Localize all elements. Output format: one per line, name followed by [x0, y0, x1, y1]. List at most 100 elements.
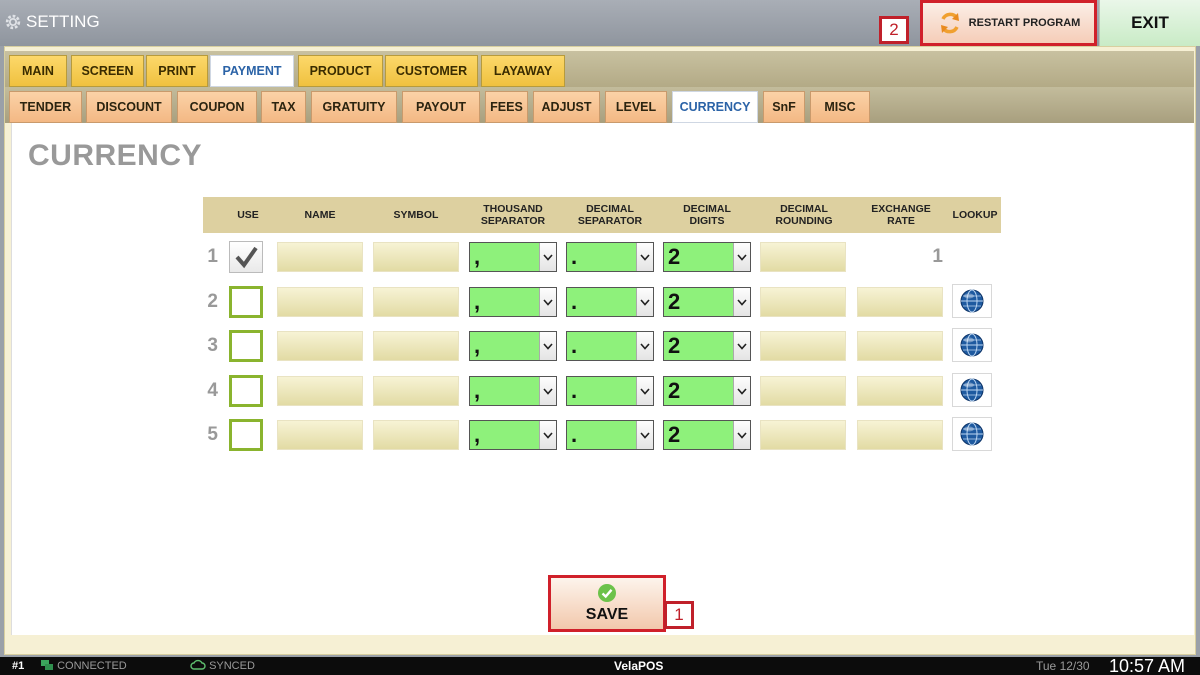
restart-program-button[interactable]: RESTART PROGRAM [920, 0, 1097, 46]
lookup-globe-button[interactable] [952, 373, 992, 407]
chevron-down-icon [636, 377, 653, 405]
sync-label: SYNCED [209, 660, 255, 672]
thousand-separator-select[interactable]: , [469, 242, 557, 272]
decimal-separator-select[interactable]: . [566, 242, 654, 272]
currency-name-field[interactable] [277, 287, 363, 317]
chevron-down-icon [733, 288, 750, 316]
subtab-level[interactable]: LEVEL [605, 91, 667, 123]
header-decimal-digits-line1: DECIMAL [683, 203, 731, 215]
chevron-down-icon [539, 332, 556, 360]
chevron-down-icon [733, 332, 750, 360]
lookup-globe-button[interactable] [952, 417, 992, 451]
tab-product[interactable]: PRODUCT [298, 55, 383, 87]
subtab-fees[interactable]: FEES [485, 91, 528, 123]
decimal-rounding-field[interactable] [760, 287, 846, 317]
save-button[interactable]: SAVE [548, 575, 666, 632]
decimal-separator-select[interactable]: . [566, 287, 654, 317]
decimal-digits-select[interactable]: 2 [663, 376, 751, 406]
chevron-down-icon [636, 332, 653, 360]
subtab-discount[interactable]: DISCOUNT [86, 91, 172, 123]
exchange-rate-field[interactable] [857, 420, 943, 450]
checkmark-icon [235, 246, 258, 269]
tab-customer[interactable]: CUSTOMER [385, 55, 478, 87]
decimal-digits-select[interactable]: 2 [663, 242, 751, 272]
tab-print[interactable]: PRINT [146, 55, 208, 87]
chevron-down-icon [636, 243, 653, 271]
currency-name-field[interactable] [277, 331, 363, 361]
exchange-rate-field[interactable] [857, 376, 943, 406]
thousand-separator-select[interactable]: , [469, 331, 557, 361]
exchange-rate-field[interactable] [857, 331, 943, 361]
thousand-separator-select[interactable]: , [469, 376, 557, 406]
clock-text: 10:57 AM [1109, 656, 1186, 675]
currency-name-field[interactable] [277, 376, 363, 406]
subtab-tender[interactable]: TENDER [9, 91, 82, 123]
decimal-separator-select-value: . [571, 378, 578, 403]
chevron-down-icon [539, 288, 556, 316]
subtab-currency[interactable]: CURRENCY [672, 91, 758, 123]
subtab-adjust[interactable]: ADJUST [533, 91, 600, 123]
subtab-tax[interactable]: TAX [261, 91, 306, 123]
use-checkbox[interactable] [229, 419, 263, 451]
lookup-globe-button[interactable] [952, 284, 992, 318]
tab-main[interactable]: MAIN [9, 55, 67, 87]
title-bar: SETTING 2 RESTART PROGRAM EXIT [0, 0, 1200, 46]
connection-icon [41, 660, 53, 670]
use-checkbox[interactable] [229, 375, 263, 407]
status-bar: #1 CONNECTED SYNCED VelaPOS Tue 12/30 10… [0, 657, 1200, 675]
currency-name-field[interactable] [277, 420, 363, 450]
currency-symbol-field[interactable] [373, 420, 459, 450]
sub-tab-bar: TENDER DISCOUNT COUPON TAX GRATUITY PAYOUT FEE… [5, 87, 1194, 123]
exchange-rate-field[interactable] [857, 287, 943, 317]
sync-status: SYNCED [190, 657, 255, 675]
use-checkbox[interactable] [229, 330, 263, 362]
header-exchange-rate-line2: RATE [887, 215, 915, 227]
decimal-digits-select[interactable]: 2 [663, 420, 751, 450]
use-checkbox[interactable] [229, 241, 263, 273]
currency-table-header: USE NAME SYMBOL THOUSAND SEPARATOR DECIM… [203, 197, 1001, 233]
thousand-separator-select-value: , [474, 289, 481, 314]
header-decimal-rounding-line1: DECIMAL [780, 203, 828, 215]
use-checkbox[interactable] [229, 286, 263, 318]
subtab-gratuity[interactable]: GRATUITY [311, 91, 397, 123]
thousand-separator-select[interactable]: , [469, 287, 557, 317]
chevron-down-icon [733, 243, 750, 271]
tab-layaway[interactable]: LAYAWAY [481, 55, 565, 87]
decimal-digits-select[interactable]: 2 [663, 331, 751, 361]
decimal-digits-select-value: 2 [668, 244, 681, 269]
subtab-coupon[interactable]: COUPON [177, 91, 257, 123]
thousand-separator-select[interactable]: , [469, 420, 557, 450]
decimal-digits-select-value: 2 [668, 289, 681, 314]
chevron-down-icon [539, 377, 556, 405]
main-tab-bar: MAIN SCREEN PRINT PAYMENT PRODUCT CUSTOMER LAY… [5, 51, 1194, 87]
app-name: VelaPOS [614, 659, 664, 673]
decimal-rounding-field[interactable] [760, 420, 846, 450]
chevron-down-icon [733, 421, 750, 449]
currency-name-field[interactable] [277, 242, 363, 272]
subtab-misc[interactable]: MISC [810, 91, 870, 123]
date-text: Tue 12/30 [1036, 659, 1090, 673]
currency-symbol-field[interactable] [373, 242, 459, 272]
decimal-separator-select[interactable]: . [566, 376, 654, 406]
decimal-separator-select[interactable]: . [566, 331, 654, 361]
decimal-rounding-field[interactable] [760, 331, 846, 361]
currency-symbol-field[interactable] [373, 331, 459, 361]
currency-symbol-field[interactable] [373, 376, 459, 406]
exit-button[interactable]: EXIT [1099, 0, 1200, 46]
globe-icon [960, 289, 984, 313]
header-thousand-line1: THOUSAND [483, 203, 543, 215]
thousand-separator-select-value: , [474, 333, 481, 358]
tab-payment[interactable]: PAYMENT [210, 55, 294, 87]
header-use: USE [237, 209, 259, 221]
currency-symbol-field[interactable] [373, 287, 459, 317]
header-symbol: SYMBOL [393, 209, 439, 221]
decimal-digits-select[interactable]: 2 [663, 287, 751, 317]
tab-screen[interactable]: SCREEN [71, 55, 144, 87]
decimal-separator-select[interactable]: . [566, 420, 654, 450]
lookup-globe-button[interactable] [952, 328, 992, 362]
subtab-snf[interactable]: SnF [763, 91, 805, 123]
chevron-down-icon [539, 421, 556, 449]
decimal-rounding-field[interactable] [760, 376, 846, 406]
decimal-rounding-field[interactable] [760, 242, 846, 272]
subtab-payout[interactable]: PAYOUT [402, 91, 480, 123]
